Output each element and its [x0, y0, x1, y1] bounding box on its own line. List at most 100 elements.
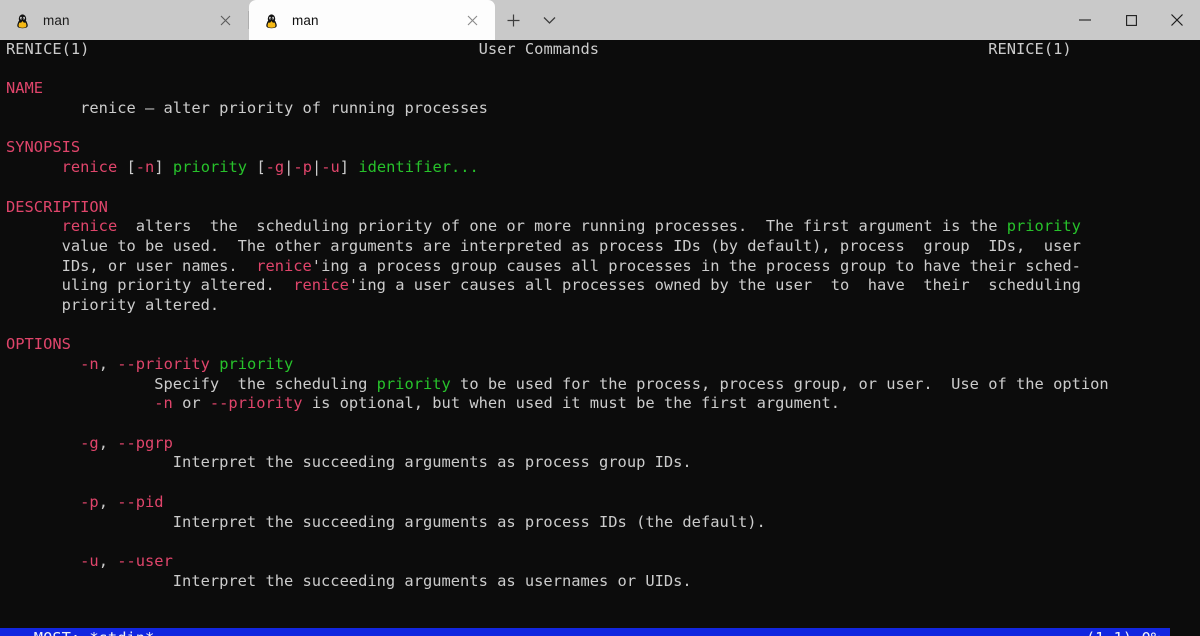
inline-command: renice [256, 256, 312, 275]
section-label: DESCRIPTION [6, 197, 108, 216]
name-line: renice – alter priority of running proce… [0, 99, 1200, 119]
man-header-gap-2 [599, 40, 988, 58]
comma: , [98, 355, 118, 373]
flag-short: -n [154, 394, 173, 413]
tab-dropdown-chevron-down-icon[interactable] [531, 0, 567, 40]
flag-long: --pgrp [117, 433, 173, 452]
pager-status-right: (1,1) 0% [1086, 628, 1170, 636]
flag-g: -g [265, 158, 285, 177]
text: alters the scheduling priority of one or… [117, 217, 1007, 236]
tab-close-icon[interactable] [212, 7, 238, 33]
window-tab-strip: man man [0, 0, 1200, 40]
flag-short: -u [80, 551, 99, 570]
text: priority altered. [6, 295, 220, 314]
sp [247, 158, 256, 176]
tabstrip-drag-area [567, 0, 1062, 40]
synopsis-indent [6, 158, 62, 176]
flag-long: --user [117, 551, 173, 570]
comma: , [98, 492, 118, 511]
name-text: renice – alter priority of running proce… [80, 99, 488, 118]
section-heading-description: DESCRIPTION [0, 198, 1200, 218]
text: is optional, but when used it must be th… [302, 394, 840, 413]
text: 'ing a user causes all processes owned b… [348, 276, 1081, 295]
flag-p: -p [293, 158, 312, 177]
section-label: NAME [6, 79, 44, 98]
description-line-2: value to be used. The other arguments ar… [0, 237, 1200, 257]
linux-penguin-icon [263, 12, 280, 29]
sp [210, 355, 219, 373]
section-label: SYNOPSIS [6, 138, 81, 157]
text: to be used for the process, process grou… [450, 374, 1109, 393]
linux-penguin-icon [14, 12, 31, 29]
description-line-5: priority altered. [0, 296, 1200, 316]
option-term-n: -n, --priority priority [0, 355, 1200, 375]
tab-title: man [43, 12, 70, 28]
option-desc-n-2: -n or --priority is optional, but when u… [0, 394, 1200, 414]
terminal-viewport[interactable]: RENICE(1) User Commands RENICE(1) NAME r… [0, 40, 1200, 636]
pager-status-left: -- MOST: *stdin* [6, 628, 154, 636]
flag-short: -g [80, 433, 99, 452]
man-header-right: RENICE(1) [988, 40, 1072, 58]
synopsis-line: renice [-n] priority [-g|-p|-u] identifi… [0, 158, 1200, 178]
comma: , [98, 433, 118, 452]
man-header-center: User Commands [478, 40, 600, 58]
flag-n: -n [135, 158, 155, 177]
tab-man-2[interactable]: man [249, 0, 495, 40]
tab-title: man [292, 12, 319, 28]
text: Interpret the succeeding arguments as pr… [6, 453, 692, 472]
maximize-button[interactable] [1108, 0, 1154, 40]
text: Interpret the succeeding arguments as us… [6, 571, 692, 590]
tab-man-1[interactable]: man [0, 0, 248, 40]
synopsis-command: renice [61, 158, 118, 177]
option-argument: priority [219, 355, 294, 373]
option-desc-p: Interpret the succeeding arguments as pr… [0, 513, 1200, 533]
minimize-button[interactable] [1062, 0, 1108, 40]
man-header-line: RENICE(1) User Commands RENICE(1) [0, 40, 1200, 60]
sp [349, 158, 358, 176]
text: 'ing a process group causes all processe… [311, 256, 1081, 275]
bracket-open: [ [126, 158, 136, 177]
flag-short: -p [80, 492, 99, 511]
tab-close-icon[interactable] [459, 7, 485, 33]
text: Interpret the succeeding arguments as pr… [6, 512, 766, 531]
comma: , [98, 551, 118, 570]
new-tab-button[interactable] [495, 0, 531, 40]
section-heading-synopsis: SYNOPSIS [0, 138, 1200, 158]
option-desc-n-1: Specify the scheduling priority to be us… [0, 375, 1200, 395]
text: or [172, 394, 210, 413]
text: IDs, or user names. [6, 256, 257, 275]
section-heading-name: NAME [0, 79, 1200, 99]
man-header-left: RENICE(1) [6, 40, 90, 58]
pipe: | [311, 158, 322, 177]
close-button[interactable] [1154, 0, 1200, 40]
text: value to be used. The other arguments ar… [6, 236, 1081, 255]
arg-priority: priority [376, 374, 451, 393]
section-label: OPTIONS [6, 335, 71, 354]
option-term-g: -g, --pgrp [0, 434, 1200, 454]
inline-command: renice [293, 276, 349, 295]
option-term-u: -u, --user [0, 552, 1200, 572]
flag-long: --pid [117, 492, 164, 511]
flag-u: -u [321, 158, 340, 177]
flag-long: --priority [209, 394, 303, 413]
flag-short: -n [80, 355, 99, 373]
flag-long: --priority [117, 355, 210, 373]
sp [117, 158, 126, 176]
sp [164, 158, 173, 176]
arg-priority: priority [1006, 217, 1081, 236]
inline-command: renice [61, 217, 118, 236]
name-indent [6, 99, 80, 117]
option-desc-g: Interpret the succeeding arguments as pr… [0, 453, 1200, 473]
option-desc-u: Interpret the succeeding arguments as us… [0, 572, 1200, 592]
